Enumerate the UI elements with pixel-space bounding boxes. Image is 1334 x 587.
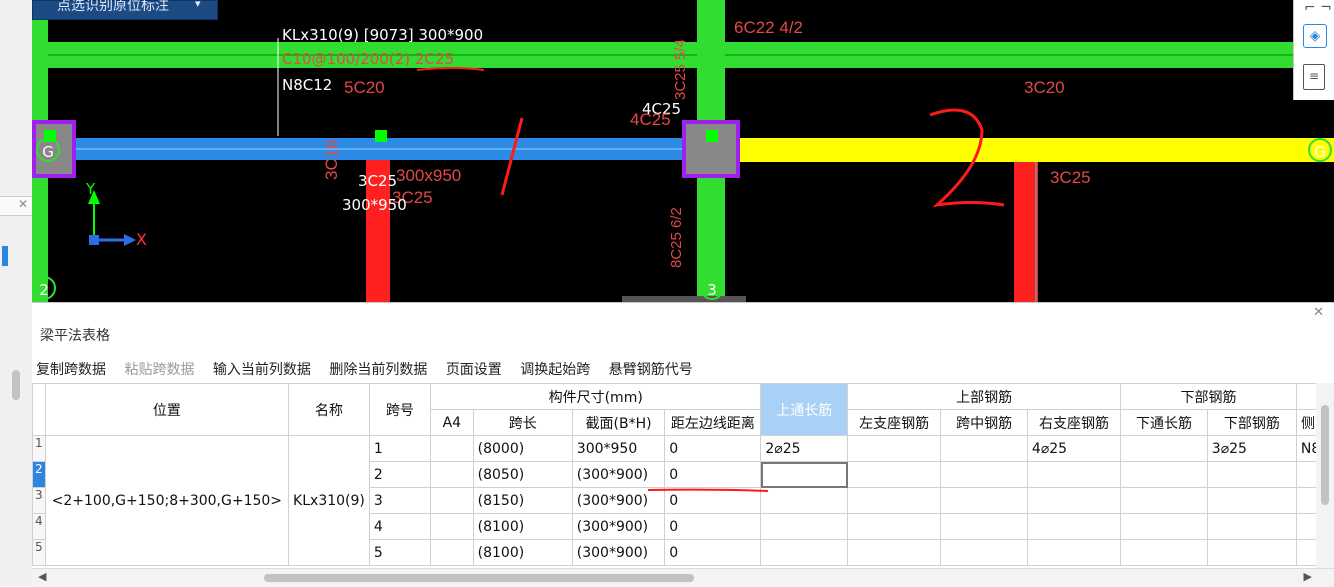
rebar-text-vertical: 8C25 6/2 xyxy=(668,207,685,268)
close-icon[interactable]: ✕ xyxy=(18,197,28,211)
beam-red-vertical-2[interactable] xyxy=(1014,162,1038,302)
axis-marker-g-right[interactable]: G xyxy=(1308,138,1332,162)
beam-label-side: N8C12 xyxy=(282,76,333,94)
rebar-text: 5C20 xyxy=(344,78,385,97)
chevron-down-icon[interactable]: ▾ xyxy=(195,0,201,10)
vertical-scrollbar[interactable] xyxy=(1316,383,1334,568)
left-side-panel: ✕ xyxy=(0,0,33,586)
rebar-text: 3C20 xyxy=(1024,78,1065,97)
beam-label-main: KLx310(9) [9073] 300*900 xyxy=(282,26,484,44)
rebar-text: 3C16 xyxy=(322,139,341,180)
axis-marker-g-left[interactable]: G xyxy=(36,138,60,162)
beam-table-panel: ✕ 梁平法表格 复制跨数据 粘贴跨数据 输入当前列数据 删除当前列数据 页面设置… xyxy=(32,302,1334,587)
side-panel-header: ✕ xyxy=(0,196,32,216)
point-recognize-label: 点选识别原位标注 xyxy=(57,0,169,14)
y-axis-label: Y xyxy=(86,180,96,198)
axis-marker-3[interactable]: 3 xyxy=(700,276,724,300)
axis-marker-2[interactable]: 2 xyxy=(32,276,56,300)
beam-label-stirrup: C10@100/200(2) 2C25 xyxy=(282,50,454,68)
fullscreen-icon[interactable]: ⌐ ¬ xyxy=(1304,0,1332,16)
annotation-overlay xyxy=(647,488,769,492)
rebar-text: 300*950 xyxy=(342,196,407,214)
selection-marker xyxy=(2,246,8,266)
scroll-left-icon[interactable]: ◀ xyxy=(38,570,46,583)
3d-view-icon[interactable]: ◈ xyxy=(1303,24,1327,48)
rebar-text: 300x950 xyxy=(396,166,462,185)
origin-square xyxy=(89,235,99,245)
rebar-text: 3C25 xyxy=(1050,168,1091,187)
grip-point[interactable] xyxy=(375,130,387,142)
grip-point[interactable] xyxy=(706,130,718,142)
vertical-scrollbar-thumb[interactable] xyxy=(1321,405,1329,505)
horizontal-scrollbar-thumb[interactable] xyxy=(264,574,694,582)
rebar-text: 6C22 4/2 xyxy=(734,18,803,37)
annotation-underline xyxy=(416,67,485,71)
scroll-right-icon[interactable]: ▶ xyxy=(1304,570,1312,583)
annotation-underline-cell xyxy=(647,488,769,492)
rebar-text: 4C25 xyxy=(630,110,671,129)
properties-icon[interactable]: ≡ xyxy=(1303,64,1325,90)
rebar-text-vertical: 3C25 5/4 xyxy=(672,39,689,100)
horizontal-scrollbar[interactable]: ◀ ▶ xyxy=(32,568,1334,587)
side-scrollbar-thumb[interactable] xyxy=(12,370,20,400)
cad-canvas[interactable]: 点选识别原位标注 ▾ KLx310(9) [9073] 300*900 C10@… xyxy=(32,0,1334,302)
right-toolbar: ⌐ ¬ ◈ ≡ xyxy=(1293,0,1334,100)
x-axis-arrowhead xyxy=(124,234,136,246)
x-axis-label: X xyxy=(136,230,147,249)
point-recognize-button[interactable]: 点选识别原位标注 ▾ xyxy=(32,0,218,20)
beam-yellow[interactable] xyxy=(722,138,1334,162)
